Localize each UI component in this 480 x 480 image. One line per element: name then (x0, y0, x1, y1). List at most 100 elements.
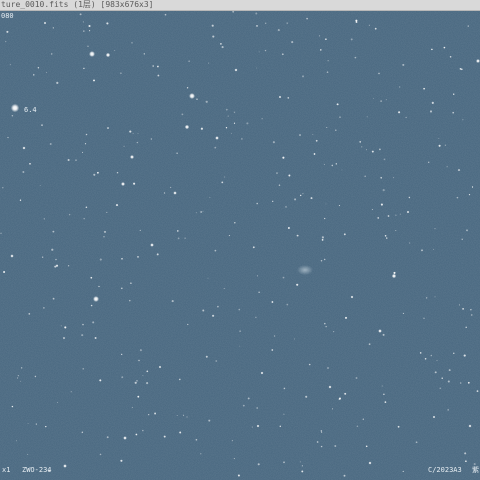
bright-star (93, 296, 99, 302)
faint-star (470, 314, 473, 316)
faint-star (214, 146, 217, 149)
faint-star (19, 199, 22, 201)
bright-star (476, 59, 480, 63)
faint-star (387, 215, 390, 217)
faint-star (64, 326, 67, 329)
bright-star (130, 155, 134, 159)
faint-star (129, 130, 132, 133)
faint-star (300, 194, 302, 197)
faint-star (431, 48, 433, 51)
astro-image-view[interactable]: 080 6.4 x1 ZWO-234 C/2023A3 紫 (0, 11, 480, 480)
faint-star (438, 144, 441, 147)
star-field (0, 11, 480, 480)
faint-star (272, 200, 274, 202)
faint-star (287, 227, 290, 229)
faint-star (19, 380, 21, 382)
faint-star (57, 402, 59, 403)
faint-star (321, 239, 324, 241)
faint-star (106, 436, 109, 439)
faint-star (294, 198, 297, 201)
bright-star (105, 52, 111, 58)
faint-star (381, 385, 383, 387)
faint-star (341, 169, 343, 171)
faint-star (423, 317, 425, 319)
faint-star (75, 159, 77, 161)
faint-star (187, 323, 189, 325)
faint-star (316, 441, 319, 443)
faint-star (179, 431, 182, 434)
faint-star (182, 414, 184, 416)
faint-star (51, 53, 53, 55)
faint-star (239, 330, 241, 332)
faint-star (132, 133, 134, 134)
faint-star (152, 65, 155, 67)
faint-star (302, 193, 304, 195)
faint-star (256, 407, 259, 409)
faint-star (321, 431, 323, 433)
faint-star (92, 321, 95, 324)
bright-star (43, 21, 47, 25)
bright-star (368, 461, 372, 465)
faint-star (438, 138, 440, 139)
faint-star (137, 132, 139, 134)
faint-star (371, 208, 373, 210)
faint-star (139, 349, 142, 352)
faint-star (116, 171, 119, 174)
faint-star (45, 425, 47, 428)
bright-star (150, 243, 154, 247)
window-titlebar[interactable]: ture_0010.fits (1层) [983x676x3] (0, 0, 480, 11)
faint-star (361, 146, 363, 148)
faint-star (331, 164, 334, 167)
bright-star (328, 385, 332, 389)
faint-star (368, 24, 370, 26)
faint-star (85, 206, 88, 208)
faint-star (46, 71, 47, 73)
faint-star (424, 358, 427, 360)
faint-star (385, 99, 387, 101)
faint-star (150, 138, 152, 140)
bright-star (189, 93, 195, 99)
faint-star (380, 176, 383, 179)
faint-star (121, 353, 123, 356)
faint-star (283, 413, 285, 415)
faint-star (205, 100, 208, 103)
bright-star (63, 464, 67, 468)
faint-star (231, 440, 233, 442)
faint-star (68, 213, 71, 216)
faint-star (233, 122, 236, 124)
overlay-object: C/2023A3 (428, 466, 462, 474)
faint-star (393, 271, 396, 274)
faint-star (89, 30, 91, 32)
faint-star (41, 124, 43, 126)
faint-star (312, 133, 314, 135)
faint-star (79, 13, 82, 16)
faint-star (444, 144, 447, 146)
bright-star (10, 254, 14, 258)
faint-star (433, 248, 435, 250)
faint-star (286, 303, 289, 306)
faint-star (227, 115, 229, 117)
faint-star (465, 460, 467, 463)
faint-star (308, 363, 311, 366)
faint-star (423, 87, 425, 90)
faint-star (29, 162, 31, 165)
bright-star (391, 273, 397, 279)
bright-star (234, 68, 238, 72)
faint-star (228, 235, 230, 236)
faint-star (373, 98, 375, 100)
faint-star (22, 171, 25, 173)
bright-star (256, 424, 260, 428)
faint-star (459, 68, 462, 70)
faint-star (202, 309, 205, 312)
faint-star (134, 381, 137, 384)
faint-star (212, 35, 215, 38)
faint-star (157, 74, 160, 77)
faint-star (247, 397, 250, 400)
faint-star (52, 27, 54, 29)
faint-star (278, 184, 281, 186)
faint-star (49, 143, 52, 145)
faint-star (354, 56, 357, 59)
faint-star (225, 108, 228, 111)
faint-star (3, 270, 6, 274)
faint-star (209, 197, 211, 198)
